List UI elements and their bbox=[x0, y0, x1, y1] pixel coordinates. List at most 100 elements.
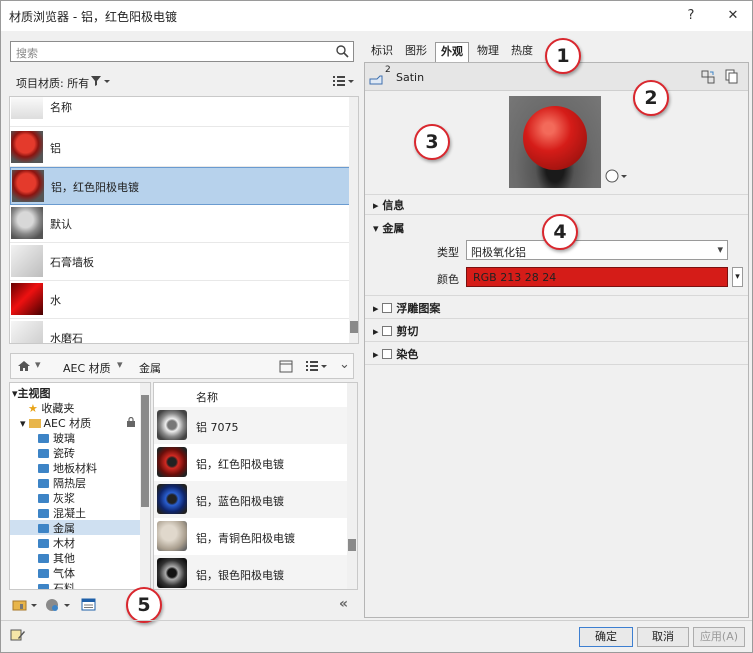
breadcrumb-root[interactable]: AEC 材质 bbox=[63, 360, 111, 376]
column-header-name: 名称 bbox=[50, 101, 72, 114]
apply-button[interactable]: 应用(A) bbox=[693, 627, 745, 647]
callout-4: 4 bbox=[542, 214, 578, 250]
list-item[interactable]: 铝 bbox=[10, 129, 350, 167]
close-button[interactable]: ✕ bbox=[721, 6, 745, 26]
folder-icon bbox=[38, 494, 49, 503]
search-input[interactable]: 搜索 bbox=[10, 41, 354, 62]
tab-graphics[interactable]: 图形 bbox=[401, 42, 431, 62]
material-thumbnail bbox=[11, 245, 43, 277]
tree-item-concrete[interactable]: 混凝土 bbox=[38, 505, 86, 520]
list-item-label: 铝，红色阳极电镀 bbox=[196, 458, 284, 471]
tree-root[interactable]: ▾主视图 bbox=[12, 385, 51, 400]
tab-physical[interactable]: 物理 bbox=[473, 42, 503, 62]
create-material-icon[interactable] bbox=[45, 598, 71, 612]
section-metal[interactable]: ▾ 金属 bbox=[373, 220, 404, 236]
tree-item-aec[interactable]: ▾ AEC 材质 bbox=[20, 415, 91, 430]
project-material-list: 名称 铝 铝，红色阳极电镀 默认 石膏墙板 水 水磨石 bbox=[9, 96, 359, 344]
section-info[interactable]: ▸ 信息 bbox=[373, 197, 404, 213]
list-item-label: 铝，青铜色阳极电镀 bbox=[196, 532, 295, 545]
tree-item-label: 混凝土 bbox=[53, 507, 86, 520]
tab-identity[interactable]: 标识 bbox=[367, 42, 397, 62]
callout-2: 2 bbox=[633, 80, 669, 116]
project-materials-bar: 项目材质: 所有 bbox=[10, 70, 354, 94]
tree-item-other[interactable]: 其他 bbox=[38, 550, 75, 565]
tab-appearance[interactable]: 外观 bbox=[435, 42, 469, 62]
tab-thermal[interactable]: 热度 bbox=[507, 42, 537, 62]
tree-item-flooring[interactable]: 地板材料 bbox=[38, 460, 97, 475]
tree-item-wood[interactable]: 木材 bbox=[38, 535, 75, 550]
ok-button[interactable]: 确定 bbox=[579, 627, 633, 647]
scrollbar-thumb[interactable] bbox=[141, 395, 149, 507]
folder-icon bbox=[38, 449, 49, 458]
list-item[interactable]: 石膏墙板 bbox=[10, 243, 350, 281]
list-item[interactable]: 铝，红色阳极电镀 bbox=[154, 444, 347, 481]
tree-item-label: AEC 材质 bbox=[43, 417, 92, 430]
section-relief-pattern[interactable]: ▸ 浮雕图案 bbox=[373, 300, 440, 316]
replace-asset-icon[interactable] bbox=[701, 70, 715, 84]
list-scrollbar[interactable] bbox=[349, 97, 358, 343]
type-select[interactable]: 阳极氧化铝 ▾ bbox=[466, 240, 728, 260]
tree-item-favorites[interactable]: ★ 收藏夹 bbox=[28, 400, 74, 415]
tree-item-glass[interactable]: 玻璃 bbox=[38, 430, 75, 445]
tree-item-label: 气体 bbox=[53, 567, 75, 580]
preview-sphere bbox=[523, 106, 587, 170]
tree-item-label: 木材 bbox=[53, 537, 75, 550]
library-folder-icon[interactable] bbox=[12, 598, 38, 612]
chevron-down-icon[interactable]: ▾ bbox=[35, 358, 41, 371]
filter-icon[interactable] bbox=[90, 75, 110, 87]
scrollbar-thumb[interactable] bbox=[350, 321, 358, 333]
color-options-button[interactable]: ▾ bbox=[732, 267, 743, 287]
help-button[interactable]: ? bbox=[679, 6, 703, 26]
section-cutout[interactable]: ▸ 剪切 bbox=[373, 323, 418, 339]
list-item[interactable]: 铝 7075 bbox=[154, 407, 347, 444]
color-swatch[interactable]: RGB 213 28 24 bbox=[466, 267, 728, 287]
list-item-label: 铝，银色阳极电镀 bbox=[196, 569, 284, 582]
panel-toggle-icon[interactable] bbox=[279, 360, 293, 373]
tree-item-metal[interactable]: 金属 bbox=[10, 520, 140, 535]
type-label: 类型 bbox=[437, 246, 459, 259]
tree-item-tile[interactable]: 瓷砖 bbox=[38, 445, 75, 460]
cancel-button[interactable]: 取消 bbox=[637, 627, 689, 647]
scrollbar-thumb[interactable] bbox=[348, 539, 356, 551]
tree-item-gas[interactable]: 气体 bbox=[38, 565, 75, 580]
tree-item-mortar[interactable]: 灰浆 bbox=[38, 490, 75, 505]
list-item[interactable]: 铝，银色阳极电镀 bbox=[154, 555, 347, 589]
relief-checkbox[interactable] bbox=[382, 303, 393, 313]
tree-item-insulation[interactable]: 隔热层 bbox=[38, 475, 86, 490]
home-icon[interactable] bbox=[17, 360, 31, 372]
section-tint[interactable]: ▸ 染色 bbox=[373, 346, 418, 362]
cutout-checkbox[interactable] bbox=[382, 326, 393, 336]
tree-item-stone[interactable]: 石料 bbox=[38, 580, 75, 589]
expand-icon[interactable]: ⌄ bbox=[339, 357, 350, 372]
folder-icon bbox=[38, 524, 49, 533]
list-item[interactable]: 铝，蓝色阳极电镀 bbox=[154, 481, 347, 518]
list-item[interactable]: 水磨石 bbox=[10, 319, 350, 343]
breadcrumb-child[interactable]: 金属 bbox=[139, 360, 161, 376]
callout-5: 5 bbox=[126, 587, 162, 623]
material-thumbnail bbox=[11, 321, 43, 343]
list-item[interactable]: 水 bbox=[10, 281, 350, 319]
project-materials-label: 项目材质: 所有 bbox=[16, 77, 90, 90]
material-assign-icon[interactable] bbox=[10, 628, 26, 642]
folder-icon bbox=[38, 554, 49, 563]
material-editor-icon[interactable] bbox=[81, 598, 97, 612]
collapse-panel-icon[interactable]: « bbox=[339, 596, 348, 612]
material-thumbnail bbox=[11, 283, 43, 315]
list-header: 名称 bbox=[10, 97, 350, 127]
preview-options-icon[interactable] bbox=[605, 169, 629, 183]
material-browser-window: 材质浏览器 - 铝，红色阳极电镀 ? ✕ 搜索 项目材质: 所有 名称 铝 铝，… bbox=[0, 0, 753, 653]
list-item-selected[interactable]: 铝，红色阳极电镀 bbox=[10, 167, 350, 205]
list-item[interactable]: 默认 bbox=[10, 205, 350, 243]
library-toolbar: « bbox=[9, 594, 358, 618]
search-icon[interactable] bbox=[336, 45, 349, 58]
view-options-icon[interactable] bbox=[332, 75, 354, 87]
library-material-list: 名称 铝 7075 铝，红色阳极电镀 铝，蓝色阳极电镀 铝，青铜色阳极电镀 铝，… bbox=[153, 382, 358, 590]
duplicate-asset-icon[interactable] bbox=[725, 69, 739, 84]
chevron-down-icon[interactable]: ▾ bbox=[117, 358, 123, 371]
list-view-icon[interactable] bbox=[305, 360, 327, 372]
tree-scrollbar[interactable] bbox=[140, 383, 150, 589]
list-item[interactable]: 铝，青铜色阳极电镀 bbox=[154, 518, 347, 555]
tree-root-label: 主视图 bbox=[17, 387, 51, 400]
tint-checkbox[interactable] bbox=[382, 349, 393, 359]
library-list-scrollbar[interactable] bbox=[347, 383, 357, 589]
